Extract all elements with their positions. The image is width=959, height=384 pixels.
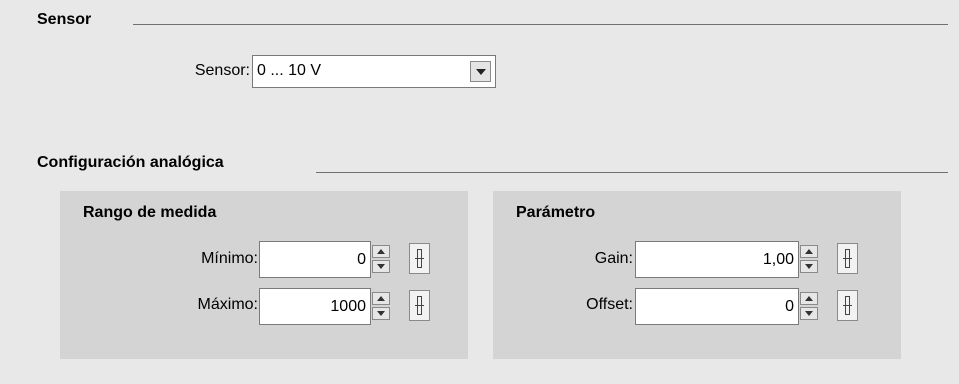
max-spin-up[interactable] [372, 292, 390, 305]
sensor-dropdown-button[interactable] [470, 61, 491, 82]
max-input[interactable]: 1000 [259, 288, 371, 325]
spin-down-icon [805, 264, 813, 269]
sensor-section-title: Sensor [37, 11, 92, 28]
parameter-panel-title: Parámetro [516, 204, 596, 221]
sensor-label: Sensor: [194, 62, 250, 79]
gain-spin-up[interactable] [800, 245, 818, 258]
offset-spin-up[interactable] [800, 292, 818, 305]
slider-icon [415, 249, 424, 268]
offset-input[interactable]: 0 [635, 288, 799, 325]
gain-slider-button[interactable] [837, 243, 858, 274]
offset-label: Offset: [586, 296, 633, 313]
max-spin-down[interactable] [372, 307, 390, 320]
slider-icon [415, 296, 424, 315]
slider-icon [843, 296, 852, 315]
sensor-select[interactable]: 0 ... 10 V [252, 55, 496, 88]
max-slider-button[interactable] [409, 290, 430, 321]
offset-spin-down[interactable] [800, 307, 818, 320]
analog-section-divider [316, 172, 948, 173]
gain-spin-down[interactable] [800, 260, 818, 273]
max-label: Máximo: [197, 296, 258, 313]
min-spin-up[interactable] [372, 245, 390, 258]
slider-icon [843, 249, 852, 268]
spin-down-icon [377, 264, 385, 269]
spin-up-icon [377, 249, 385, 254]
spin-down-icon [377, 311, 385, 316]
spin-up-icon [805, 249, 813, 254]
min-label: Mínimo: [201, 250, 258, 267]
min-input[interactable]: 0 [259, 241, 371, 278]
min-spin-down[interactable] [372, 260, 390, 273]
spin-down-icon [805, 311, 813, 316]
max-spinner[interactable] [372, 292, 390, 320]
gain-input[interactable]: 1,00 [635, 241, 799, 278]
range-panel-title: Rango de medida [83, 204, 217, 221]
sensor-select-value: 0 ... 10 V [257, 62, 322, 79]
min-slider-button[interactable] [409, 243, 430, 274]
spin-up-icon [377, 296, 385, 301]
gain-spinner[interactable] [800, 245, 818, 273]
min-spinner[interactable] [372, 245, 390, 273]
sensor-section-divider [133, 24, 948, 25]
offset-spinner[interactable] [800, 292, 818, 320]
spin-up-icon [805, 296, 813, 301]
analog-section-title: Configuración analógica [37, 154, 224, 171]
offset-slider-button[interactable] [837, 290, 858, 321]
gain-label: Gain: [594, 250, 633, 267]
chevron-down-icon [475, 68, 486, 75]
